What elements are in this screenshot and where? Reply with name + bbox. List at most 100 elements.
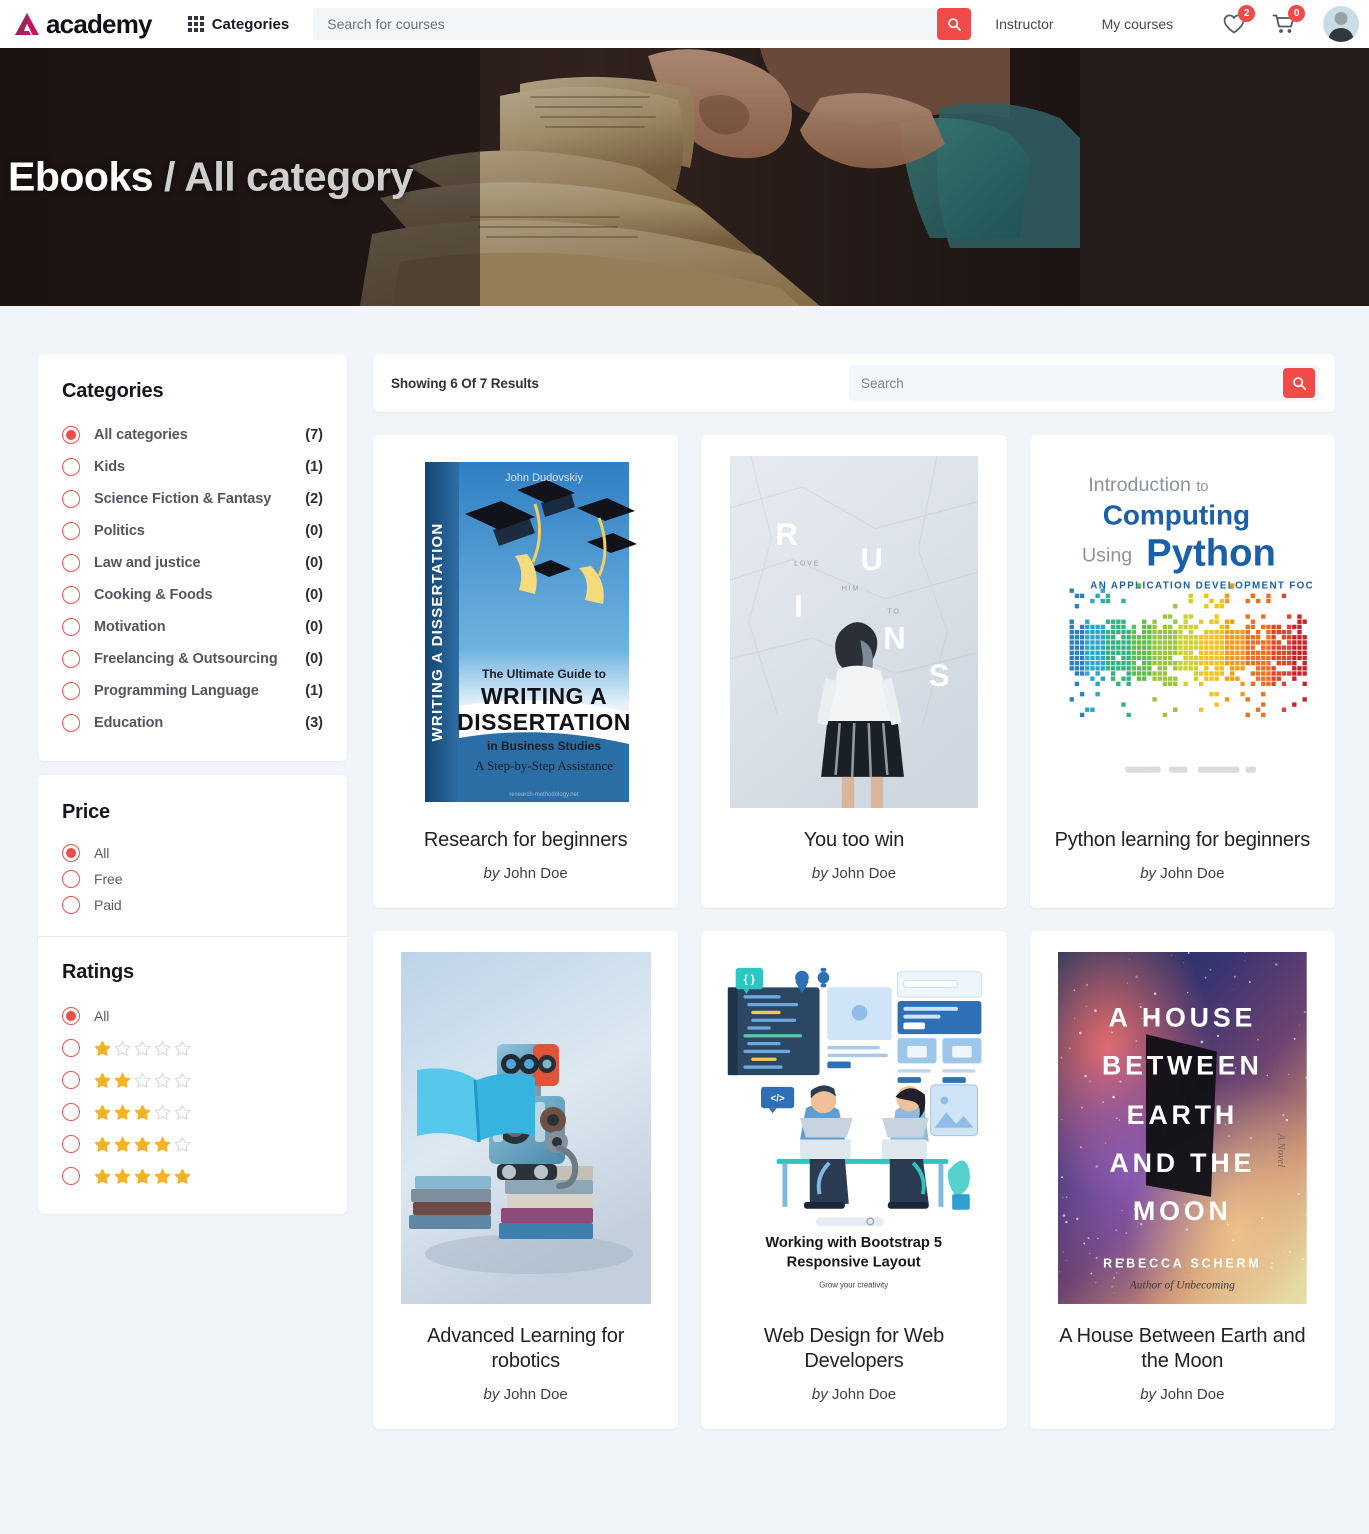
- svg-text:{ }: { }: [744, 973, 756, 985]
- rating-filter-item[interactable]: [62, 1064, 323, 1096]
- category-filter-item[interactable]: All categories (7): [62, 419, 323, 451]
- ebook-cover-image[interactable]: A HOUSE BETWEEN EARTH AND THE MOON REBECCA SC…: [1051, 952, 1314, 1304]
- radio-button[interactable]: [62, 490, 80, 508]
- radio-button[interactable]: [62, 682, 80, 700]
- page-title-breadcrumb: / All category: [153, 153, 413, 199]
- star-icon: [114, 1040, 131, 1057]
- radio-button[interactable]: [62, 1167, 80, 1185]
- svg-text:The Ultimate Guide to: The Ultimate Guide to: [482, 667, 606, 681]
- radio-button[interactable]: [62, 522, 80, 540]
- category-filter-label: Science Fiction & Fantasy: [94, 491, 271, 507]
- radio-button[interactable]: [62, 1039, 80, 1057]
- category-filter-item[interactable]: Education (3): [62, 707, 323, 739]
- radio-button[interactable]: [62, 714, 80, 732]
- results-search-button[interactable]: [1283, 368, 1315, 398]
- star-icon: [94, 1104, 111, 1121]
- star-icon: [174, 1104, 191, 1121]
- radio-button[interactable]: [62, 586, 80, 604]
- category-filter-label: Kids: [94, 459, 125, 475]
- star-icon: [154, 1040, 171, 1057]
- radio-button[interactable]: [62, 1135, 80, 1153]
- course-search-button[interactable]: [937, 8, 971, 40]
- svg-text:U: U: [860, 542, 882, 577]
- radio-button[interactable]: [62, 650, 80, 668]
- nav-link-my-courses[interactable]: My courses: [1078, 16, 1198, 32]
- rating-filter-item[interactable]: [62, 1128, 323, 1160]
- category-filter-item[interactable]: Science Fiction & Fantasy (2): [62, 483, 323, 515]
- rating-filter-item[interactable]: [62, 1032, 323, 1064]
- radio-button[interactable]: [62, 426, 80, 444]
- ebook-title: Python learning for beginners: [1055, 828, 1310, 854]
- svg-text:Computing: Computing: [1103, 499, 1250, 530]
- category-filter-item[interactable]: Motivation (0): [62, 611, 323, 643]
- avatar-body: [1329, 28, 1354, 42]
- category-filter-item[interactable]: Law and justice (0): [62, 547, 323, 579]
- category-filter-item[interactable]: Cooking & Foods (0): [62, 579, 323, 611]
- star-icon: [114, 1168, 131, 1185]
- rating-filter-all[interactable]: All: [62, 1000, 323, 1032]
- ebook-card[interactable]: Introduction to Computing Using Python AN AP…: [1030, 435, 1335, 908]
- price-filter-item[interactable]: All: [62, 840, 323, 866]
- ebook-card[interactable]: { } </> Working with Bootstrap 5 Responsive…: [701, 931, 1006, 1429]
- star-icon: [134, 1040, 151, 1057]
- radio-button[interactable]: [62, 844, 80, 862]
- radio-button[interactable]: [62, 870, 80, 888]
- ebook-card[interactable]: Advanced Learning for robotics by John Do…: [373, 931, 678, 1429]
- categories-button[interactable]: Categories: [188, 16, 290, 33]
- ebook-cover-image[interactable]: { } </> Working with Bootstrap 5 Responsive…: [722, 952, 985, 1304]
- ebook-author-name: John Doe: [832, 865, 896, 882]
- category-filter-count: (0): [305, 651, 323, 667]
- svg-text:Working with Bootstrap 5: Working with Bootstrap 5: [766, 1235, 943, 1251]
- ebook-author-name: John Doe: [1160, 1386, 1224, 1403]
- page-title-main: Ebooks: [8, 153, 153, 199]
- ebook-cover-image[interactable]: [394, 952, 657, 1304]
- filters-sidebar: Categories All categories (7) Kids (1) Scien…: [38, 354, 347, 1214]
- nav-link-instructor[interactable]: Instructor: [971, 16, 1077, 32]
- ebook-card[interactable]: R U I N S LOVE HIM TO You too win by John Doe: [701, 435, 1006, 908]
- category-filter-item[interactable]: Programming Language (1): [62, 675, 323, 707]
- user-avatar[interactable]: [1323, 6, 1359, 42]
- star-icon: [94, 1072, 111, 1089]
- wishlist-button[interactable]: 2: [1221, 11, 1247, 37]
- category-filter-count: (7): [305, 427, 323, 443]
- radio-button[interactable]: [62, 1007, 80, 1025]
- cover-art-ruins: RUINSLOVEHIMTO: [730, 456, 978, 808]
- category-filter-item[interactable]: Kids (1): [62, 451, 323, 483]
- radio-button[interactable]: [62, 896, 80, 914]
- cart-button[interactable]: 0: [1271, 11, 1297, 37]
- radio-button[interactable]: [62, 1071, 80, 1089]
- ebook-cover-image[interactable]: R U I N S LOVE HIM TO: [722, 456, 985, 808]
- ebook-cover-image[interactable]: Introduction to Computing Using Python AN AP…: [1051, 456, 1314, 808]
- radio-button[interactable]: [62, 458, 80, 476]
- rating-filter-item[interactable]: [62, 1160, 323, 1192]
- svg-text:Author of Unbecoming: Author of Unbecoming: [1129, 1279, 1235, 1291]
- svg-text:Python: Python: [1146, 532, 1276, 575]
- price-filter-item[interactable]: Paid: [62, 892, 323, 918]
- ebook-author: by John Doe: [812, 1386, 896, 1403]
- category-filter-label: Programming Language: [94, 683, 259, 699]
- ebook-author-prefix: by: [812, 1386, 828, 1403]
- rating-stars: [94, 1104, 191, 1121]
- ebook-cover-image[interactable]: WRITING A DISSERTATION The Ultimate Guide…: [394, 456, 657, 808]
- course-search-input[interactable]: [313, 8, 937, 40]
- radio-button[interactable]: [62, 1103, 80, 1121]
- svg-text:AN APPLICATION DEVELOPMENT FOC: AN APPLICATION DEVELOPMENT FOCUS: [1090, 581, 1312, 592]
- ebook-card[interactable]: WRITING A DISSERTATION The Ultimate Guide…: [373, 435, 678, 908]
- star-icon: [174, 1040, 191, 1057]
- ebook-card[interactable]: A HOUSE BETWEEN EARTH AND THE MOON REBECCA SC…: [1030, 931, 1335, 1429]
- svg-text:S: S: [929, 658, 950, 693]
- svg-text:EARTH: EARTH: [1127, 1100, 1238, 1130]
- radio-button[interactable]: [62, 554, 80, 572]
- svg-text:HIM: HIM: [842, 584, 860, 593]
- svg-text:in Business Studies: in Business Studies: [487, 739, 601, 753]
- rating-filter-item[interactable]: [62, 1096, 323, 1128]
- svg-text:A Novel: A Novel: [1275, 1132, 1286, 1166]
- results-search-input[interactable]: [849, 365, 1283, 401]
- category-filter-item[interactable]: Freelancing & Outsourcing (0): [62, 643, 323, 675]
- category-filter-count: (1): [305, 459, 323, 475]
- brand-logo[interactable]: academy: [14, 11, 152, 37]
- ebook-author-prefix: by: [484, 865, 500, 882]
- price-filter-item[interactable]: Free: [62, 866, 323, 892]
- category-filter-item[interactable]: Politics (0): [62, 515, 323, 547]
- radio-button[interactable]: [62, 618, 80, 636]
